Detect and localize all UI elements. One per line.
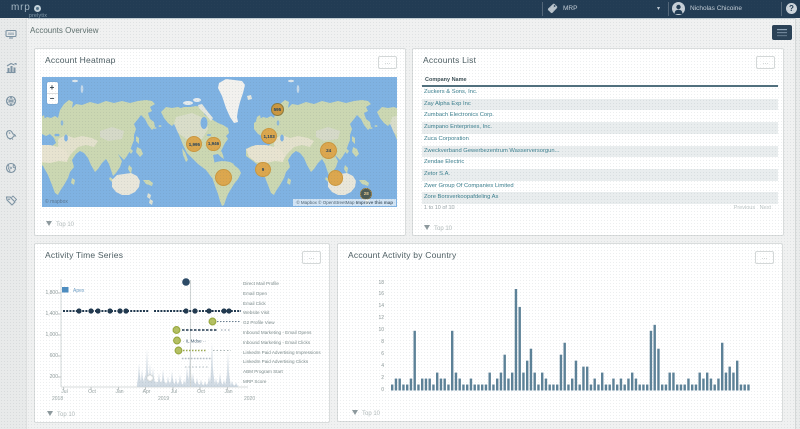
- svg-text:· IL Mdse ··: · IL Mdse ··: [183, 339, 206, 344]
- svg-text:Apex: Apex: [73, 288, 85, 294]
